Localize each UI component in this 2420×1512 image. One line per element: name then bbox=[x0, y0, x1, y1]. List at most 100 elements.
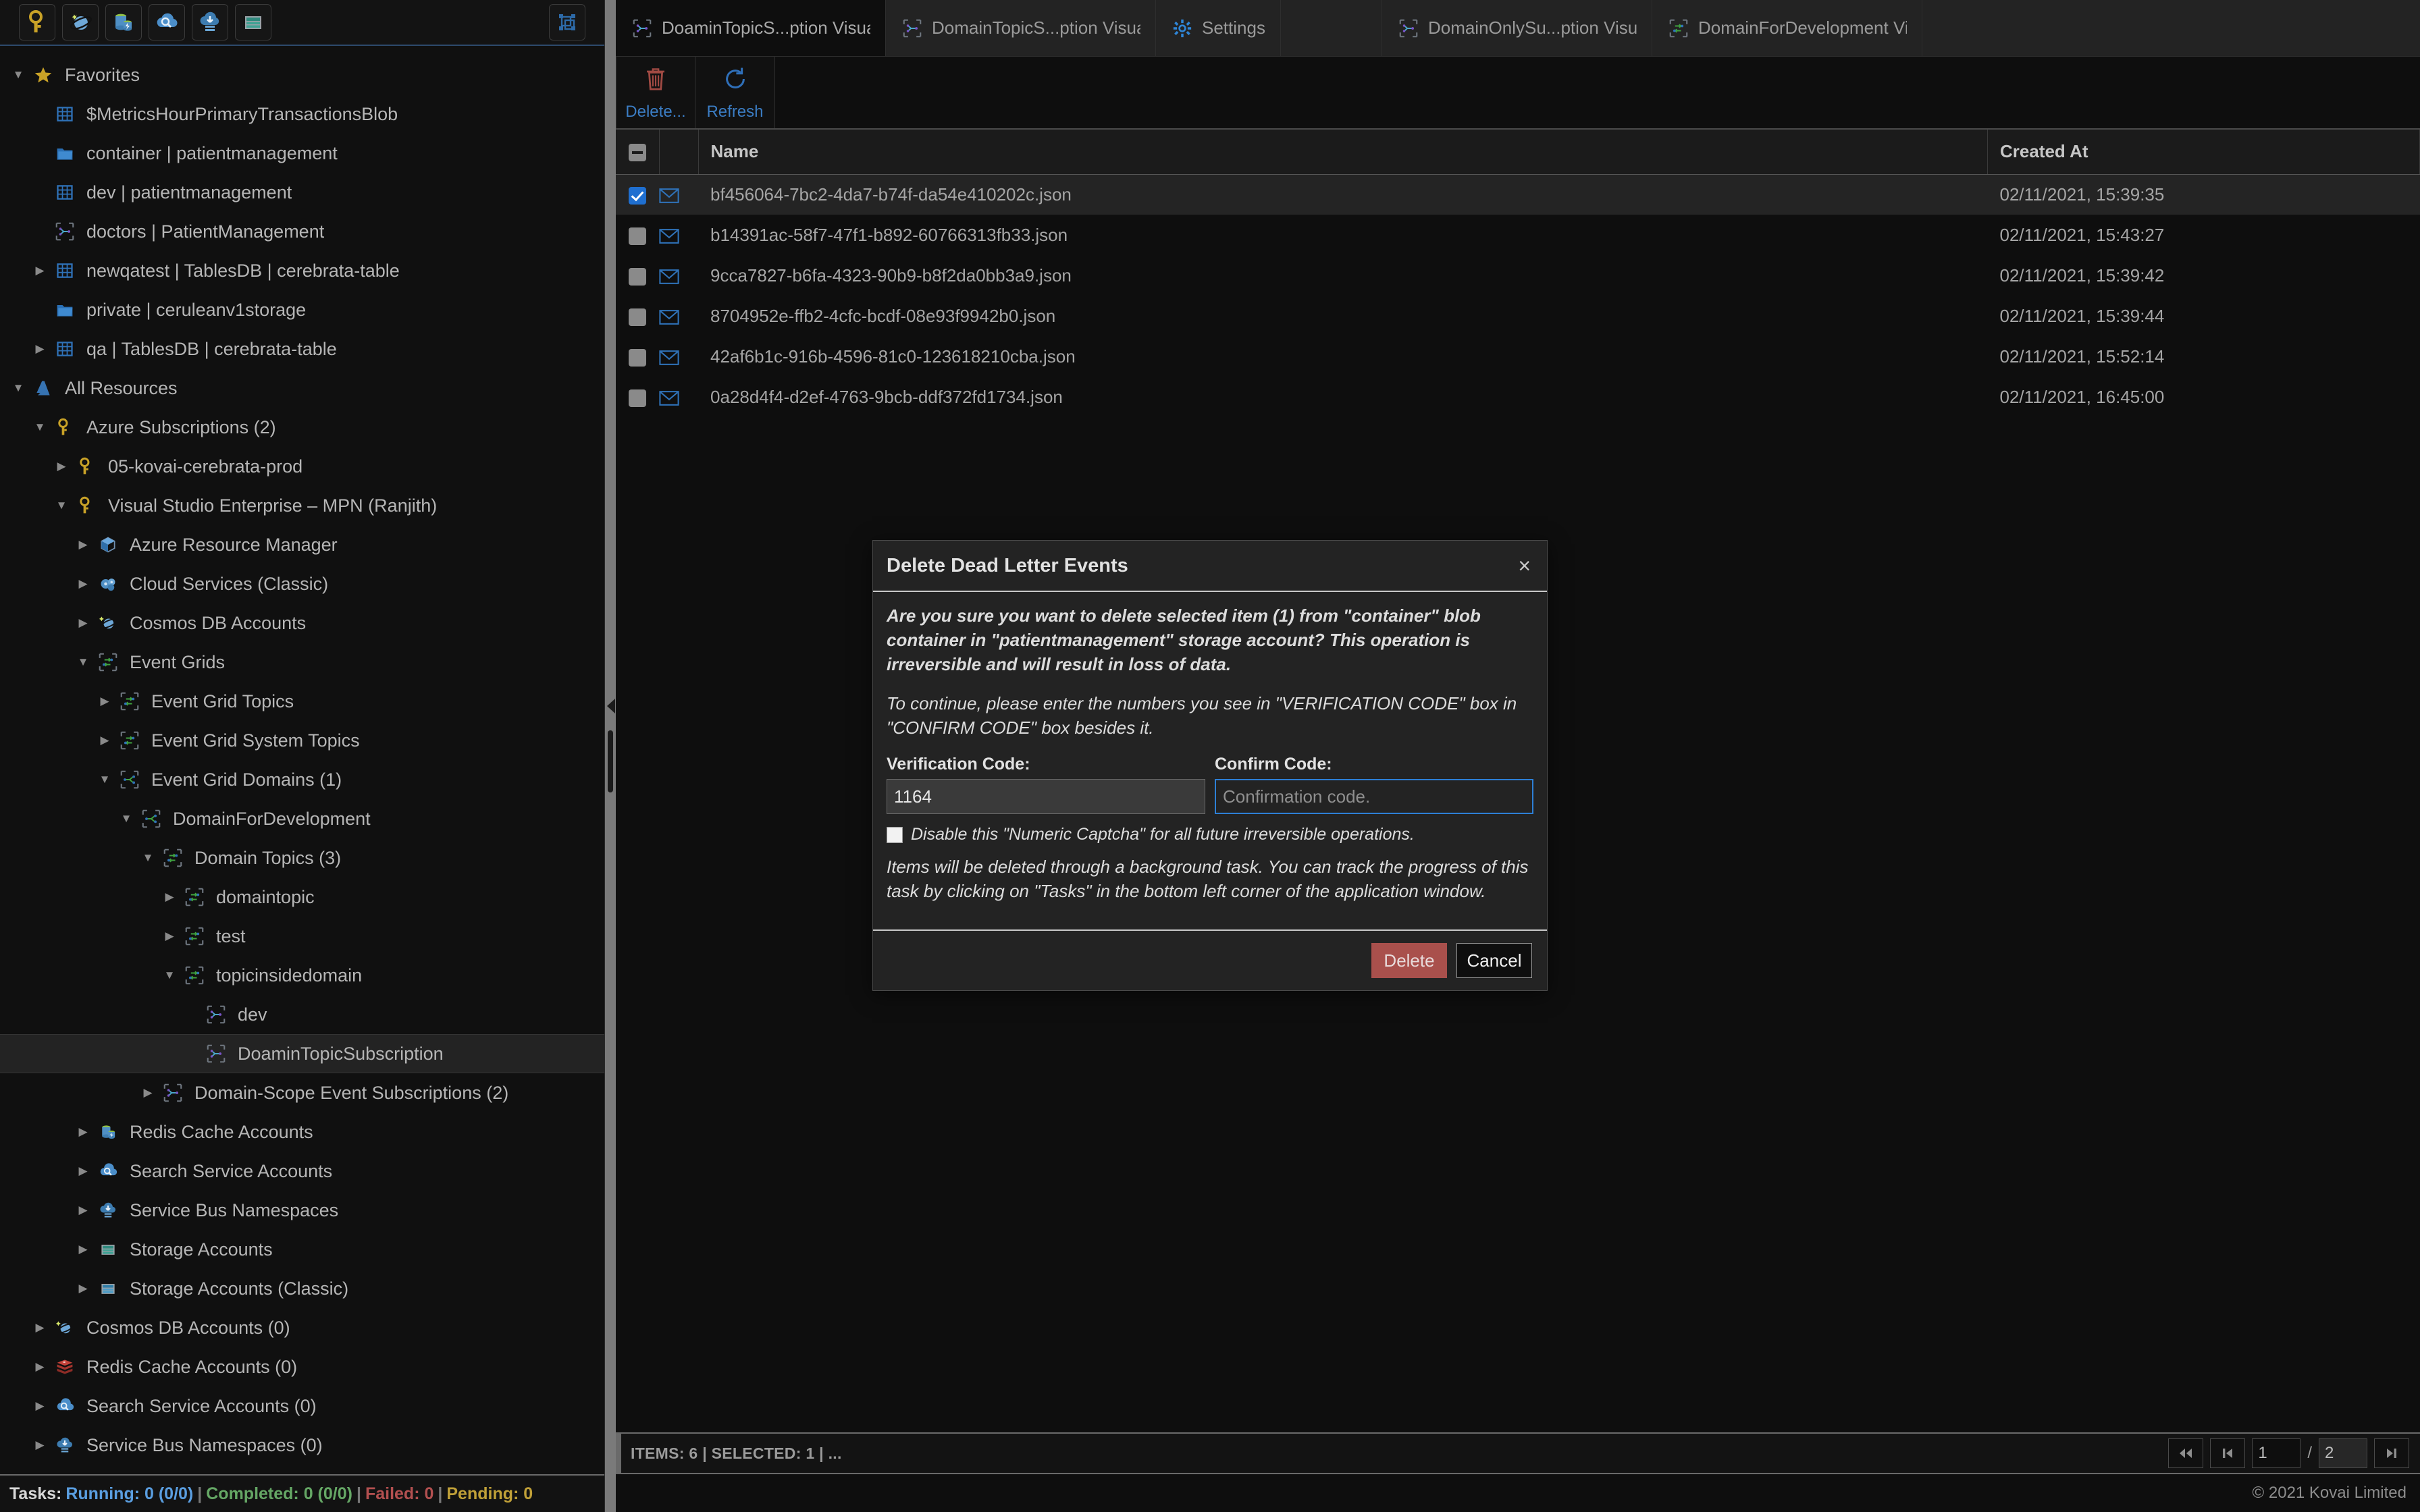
tree-item[interactable]: ▶container | patientmanagement bbox=[0, 134, 604, 173]
twisty-collapsed-icon[interactable]: ▶ bbox=[28, 342, 51, 356]
tree-item[interactable]: ▶ 05-kovai-cerebrata-prod bbox=[0, 447, 604, 486]
row-select-cell[interactable] bbox=[616, 255, 659, 296]
twisty-collapsed-icon[interactable]: ▶ bbox=[72, 1243, 95, 1256]
twisty-expanded-icon[interactable]: ▼ bbox=[28, 421, 51, 434]
tree-item[interactable]: ▶private | ceruleanv1storage bbox=[0, 290, 604, 329]
twisty-expanded-icon[interactable]: ▼ bbox=[50, 499, 73, 512]
azure-key-icon[interactable] bbox=[19, 4, 55, 40]
confirm-code-input[interactable]: Confirmation code. bbox=[1215, 779, 1533, 815]
tab-3[interactable]: DomainOnlySu...ption Visu bbox=[1382, 0, 1652, 56]
tasks-status-bar[interactable]: Tasks: Running: 0 (0/0) | Completed: 0 (… bbox=[0, 1474, 604, 1512]
refresh-button[interactable]: Refresh bbox=[695, 57, 775, 128]
twisty-collapsed-icon[interactable]: ▶ bbox=[28, 1360, 51, 1374]
tab-0[interactable]: DoaminTopicS...ption Visua bbox=[616, 0, 886, 56]
row-checkbox[interactable] bbox=[629, 389, 646, 407]
twisty-expanded-icon[interactable]: ▼ bbox=[7, 68, 30, 82]
tab-1[interactable]: DomainTopicS...ption Visua bbox=[886, 0, 1156, 56]
resource-layout-icon[interactable] bbox=[549, 4, 585, 40]
tree-item[interactable]: ▼ Event Grids bbox=[0, 643, 604, 682]
table-row[interactable]: 42af6b1c-916b-4596-81c0-123618210cba.jso… bbox=[616, 336, 2420, 377]
row-checkbox[interactable] bbox=[629, 267, 646, 286]
close-icon[interactable]: × bbox=[1518, 555, 1531, 576]
collapse-panel-arrow-icon[interactable] bbox=[607, 699, 615, 713]
tree-item[interactable]: ▶doctors | PatientManagement bbox=[0, 212, 604, 251]
twisty-collapsed-icon[interactable]: ▶ bbox=[72, 1125, 95, 1139]
twisty-expanded-icon[interactable]: ▼ bbox=[158, 969, 181, 982]
tree-item[interactable]: ▶ Redis Cache Accounts (0) bbox=[0, 1347, 604, 1386]
disable-captcha-row[interactable]: Disable this "Numeric Captcha" for all f… bbox=[887, 825, 1533, 844]
tree-item[interactable]: ▶$MetricsHourPrimaryTransactionsBlob bbox=[0, 94, 604, 134]
tree-item[interactable]: ▶ Cosmos DB Accounts (0) bbox=[0, 1308, 604, 1347]
tree-item[interactable]: ▶dev bbox=[0, 995, 604, 1034]
tree-item[interactable]: ▶ Azure Resource Manager bbox=[0, 525, 604, 564]
tree-item[interactable]: ▼ Azure Subscriptions (2) bbox=[0, 408, 604, 447]
tree-item[interactable]: ▼ Event Grid Domains (1) bbox=[0, 760, 604, 799]
panel-splitter[interactable] bbox=[605, 0, 616, 1512]
tree-item[interactable]: ▶ Event Grid Topics bbox=[0, 682, 604, 721]
row-select-cell[interactable] bbox=[616, 174, 659, 215]
tab-bar[interactable]: DoaminTopicS...ption Visua DomainTopicS..… bbox=[616, 0, 2420, 57]
row-checkbox[interactable] bbox=[629, 227, 646, 245]
first-page-button[interactable] bbox=[2168, 1438, 2204, 1468]
tree-item[interactable]: ▼ DomainForDevelopment bbox=[0, 799, 604, 838]
twisty-expanded-icon[interactable]: ▼ bbox=[136, 851, 159, 865]
tree-item[interactable]: ▶ newqatest | TablesDB | cerebrata-table bbox=[0, 251, 604, 290]
created-at-column-header[interactable]: Created At bbox=[1987, 130, 2420, 175]
tree-item[interactable]: ▶ Service Bus Namespaces (0) bbox=[0, 1426, 604, 1465]
tree-item[interactable]: ▶ Search Service Accounts (0) bbox=[0, 1386, 604, 1426]
table-row[interactable]: 9cca7827-b6fa-4323-90b9-b8f2da0bb3a9.jso… bbox=[616, 255, 2420, 296]
tree-item[interactable]: ▶ qa | TablesDB | cerebrata-table bbox=[0, 329, 604, 369]
tree-item[interactable]: ▶ Service Bus Namespaces bbox=[0, 1191, 604, 1230]
pagination-controls[interactable]: 1 / 2 bbox=[2168, 1438, 2409, 1468]
tree-item[interactable]: ▼ Favorites bbox=[0, 55, 604, 94]
tree-item[interactable]: ▼ Domain Topics (3) bbox=[0, 838, 604, 878]
table-row[interactable]: bf456064-7bc2-4da7-b74f-da54e410202c.jso… bbox=[616, 174, 2420, 215]
tree-item[interactable]: ▶ Domain-Scope Event Subscriptions (2) bbox=[0, 1073, 604, 1112]
twisty-collapsed-icon[interactable]: ▶ bbox=[72, 1164, 95, 1178]
row-select-cell[interactable] bbox=[616, 296, 659, 336]
twisty-collapsed-icon[interactable]: ▶ bbox=[72, 1204, 95, 1217]
twisty-collapsed-icon[interactable]: ▶ bbox=[72, 616, 95, 630]
twisty-collapsed-icon[interactable]: ▶ bbox=[72, 1282, 95, 1295]
tree-item[interactable]: ▶ Cloud Services (Classic) bbox=[0, 564, 604, 603]
row-select-cell[interactable] bbox=[616, 215, 659, 255]
table-row[interactable]: 0a28d4f4-d2ef-4763-9bcb-ddf372fd1734.jso… bbox=[616, 377, 2420, 417]
prev-page-button[interactable] bbox=[2210, 1438, 2246, 1468]
storage-account-icon[interactable] bbox=[235, 4, 271, 40]
twisty-collapsed-icon[interactable]: ▶ bbox=[93, 734, 116, 747]
select-all-checkbox[interactable] bbox=[628, 144, 646, 162]
disable-captcha-checkbox[interactable] bbox=[887, 826, 903, 843]
twisty-collapsed-icon[interactable]: ▶ bbox=[72, 577, 95, 591]
tab-4[interactable]: DomainForDevelopment Vi bbox=[1652, 0, 1922, 56]
tree-item[interactable]: ▶ Redis Cache Accounts bbox=[0, 1112, 604, 1152]
dead-letter-table[interactable]: Name Created At bf456064-7bc2-4da7-b74f-… bbox=[616, 130, 2420, 417]
tree-item[interactable]: ▼ All Resources bbox=[0, 369, 604, 408]
twisty-expanded-icon[interactable]: ▼ bbox=[72, 655, 95, 669]
twisty-collapsed-icon[interactable]: ▶ bbox=[28, 1438, 51, 1452]
tree-item[interactable]: ▶ Storage Accounts (Classic) bbox=[0, 1269, 604, 1308]
table-row[interactable]: 8704952e-ffb2-4cfc-bcdf-08e93f9942b0.jso… bbox=[616, 296, 2420, 336]
twisty-collapsed-icon[interactable]: ▶ bbox=[158, 890, 181, 904]
content-toolbar[interactable]: Delete... Refresh bbox=[616, 57, 2420, 130]
tree-item[interactable]: ▶DoaminTopicSubscription bbox=[0, 1034, 604, 1073]
twisty-expanded-icon[interactable]: ▼ bbox=[93, 773, 116, 786]
delete-button[interactable]: Delete bbox=[1371, 943, 1447, 979]
twisty-collapsed-icon[interactable]: ▶ bbox=[28, 1399, 51, 1413]
twisty-collapsed-icon[interactable]: ▶ bbox=[28, 264, 51, 277]
tab-2[interactable]: Settings bbox=[1156, 0, 1281, 56]
tree-item[interactable]: ▶ Storage Accounts bbox=[0, 1230, 604, 1269]
table-row[interactable]: b14391ac-58f7-47f1-b892-60766313fb33.jso… bbox=[616, 215, 2420, 255]
row-checkbox[interactable] bbox=[629, 348, 646, 367]
row-select-cell[interactable] bbox=[616, 336, 659, 377]
tree-item[interactable]: ▼ Visual Studio Enterprise – MPN (Ranjith… bbox=[0, 486, 604, 525]
tree-item[interactable]: ▶ Search Service Accounts bbox=[0, 1152, 604, 1191]
select-all-header[interactable] bbox=[616, 130, 660, 175]
tree-item[interactable]: ▶ test bbox=[0, 917, 604, 956]
twisty-collapsed-icon[interactable]: ▶ bbox=[28, 1321, 51, 1334]
cancel-button[interactable]: Cancel bbox=[1456, 943, 1532, 979]
twisty-collapsed-icon[interactable]: ▶ bbox=[50, 460, 73, 473]
twisty-collapsed-icon[interactable]: ▶ bbox=[136, 1086, 159, 1100]
twisty-collapsed-icon[interactable]: ▶ bbox=[93, 695, 116, 708]
twisty-expanded-icon[interactable]: ▼ bbox=[115, 812, 138, 826]
tree-item[interactable]: ▶ domaintopic bbox=[0, 878, 604, 917]
